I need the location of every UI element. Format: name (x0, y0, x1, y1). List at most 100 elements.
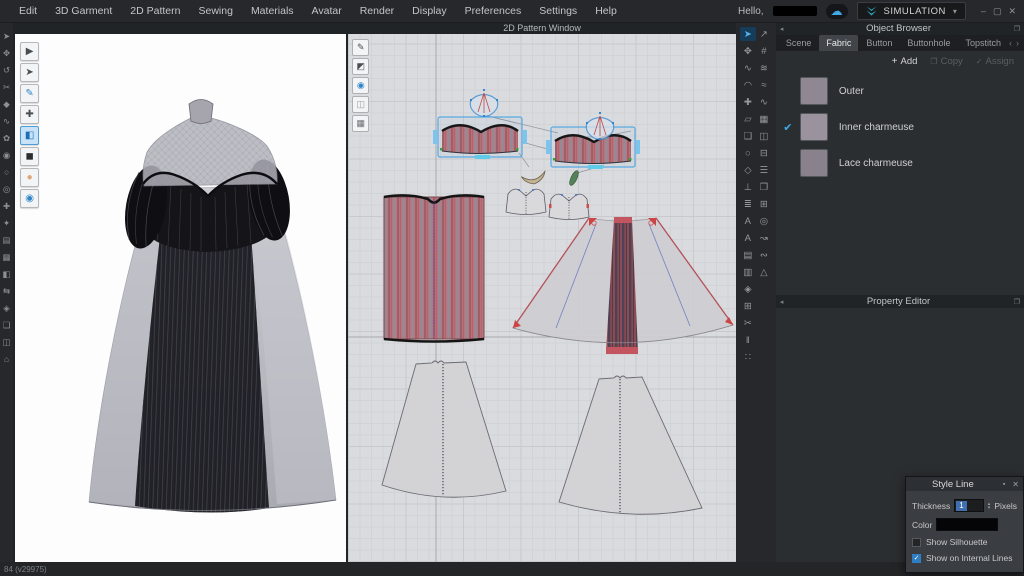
maximize-button[interactable] (993, 7, 1002, 16)
flower-pose-icon[interactable]: ✿ (1, 132, 13, 144)
menu-preferences[interactable]: Preferences (456, 0, 531, 22)
pattern-piece-bodice-front-small[interactable] (506, 189, 546, 215)
fabric-row-lace-charmeuse[interactable]: Lace charmeuse (776, 145, 1024, 181)
panel-icon[interactable]: ◫ (1, 336, 13, 348)
thickness-stepper[interactable] (988, 502, 991, 510)
texture-editor-icon[interactable]: ▦ (352, 115, 369, 132)
tab-topstitch[interactable]: Topstitch (958, 35, 1008, 51)
add-fabric-button[interactable]: Add (892, 56, 918, 67)
menu-settings[interactable]: Settings (530, 0, 586, 22)
cut-sew-icon[interactable]: ✂ (740, 316, 756, 330)
collapse-arrow-icon[interactable] (776, 25, 788, 33)
pattern-piece-skirt-panel-right[interactable] (559, 376, 702, 514)
notch-tool-icon[interactable]: ⊥ (740, 180, 756, 194)
darken-fabric-icon[interactable]: ◼ (20, 147, 39, 166)
fabric-swatch[interactable] (800, 149, 828, 177)
ring-icon[interactable]: ○ (1, 166, 13, 178)
fold-arrangement-icon[interactable]: ◈ (740, 282, 756, 296)
pattern-piece-bodice-back-small[interactable] (549, 194, 589, 220)
transform-pattern-icon[interactable]: ➤ (740, 27, 756, 41)
pin-icon[interactable] (1000, 481, 1008, 488)
sparkle-icon[interactable]: ✦ (1, 217, 13, 229)
annotation-tool-icon[interactable]: A (740, 231, 756, 245)
menu-2d-pattern[interactable]: 2D Pattern (121, 0, 189, 22)
fabric-row-inner-charmeuse[interactable]: Inner charmeuse (776, 109, 1024, 145)
tab-fabric[interactable]: Fabric (819, 35, 858, 51)
tab-scroll-left-icon[interactable] (1009, 38, 1012, 48)
text-tool-icon[interactable]: A (740, 214, 756, 228)
pleat-tool-icon[interactable]: ▥ (740, 265, 756, 279)
edit-curve-point-icon[interactable]: ◠ (740, 78, 756, 92)
menu-sewing[interactable]: Sewing (189, 0, 241, 22)
round-tool-icon[interactable]: ◎ (756, 214, 772, 228)
wave-sew-icon[interactable]: ↝ (756, 231, 772, 245)
close-icon[interactable] (1008, 480, 1023, 489)
snap-grid-icon[interactable]: ⊞ (756, 197, 772, 211)
pattern-piece-sleeve-cap-left[interactable] (470, 89, 498, 117)
pattern-piece-collar[interactable] (521, 171, 546, 185)
menu-render[interactable]: Render (351, 0, 403, 22)
color-swatch[interactable] (936, 518, 998, 531)
fabric-swatch[interactable] (800, 77, 828, 105)
pattern-piece-sleeve-cap-right[interactable] (586, 112, 614, 140)
half-shade-icon[interactable]: ◧ (1, 268, 13, 280)
copy-pattern-icon[interactable]: ❐ (756, 180, 772, 194)
circle-tool-icon[interactable]: ○ (740, 146, 756, 160)
tab-buttonhole[interactable]: Buttonhole (900, 35, 957, 51)
sync-3d-icon[interactable]: ◉ (20, 189, 39, 208)
pattern-2d-canvas[interactable]: ✎◩◉◫▦ (348, 34, 736, 562)
show-silhouette-checkbox[interactable] (912, 538, 921, 547)
style-line-titlebar[interactable]: Style Line (906, 477, 1023, 491)
layers-icon[interactable]: ▤ (1, 234, 13, 246)
rotate-gizmo-icon[interactable]: ↺ (1, 64, 13, 76)
pan-view-icon[interactable]: ↗ (756, 27, 772, 41)
pattern-piece-skirt-front[interactable] (513, 217, 733, 354)
remove-sew-icon[interactable]: ⊟ (756, 146, 772, 160)
tab-scene[interactable]: Scene (779, 35, 819, 51)
grading-icon[interactable]: ▤ (740, 248, 756, 262)
show-silhouette-option[interactable]: Show Silhouette (912, 537, 1017, 547)
transform-pattern-2d-icon[interactable]: ◩ (352, 58, 369, 75)
popout-icon[interactable] (1010, 298, 1024, 306)
tab-scroll-right-icon[interactable] (1016, 38, 1019, 48)
assign-fabric-button[interactable]: Assign (976, 56, 1014, 67)
simulation-dropdown[interactable]: SIMULATION ▾ (857, 2, 966, 20)
measure-2d-icon[interactable]: ∷ (740, 350, 756, 364)
menu-help[interactable]: Help (586, 0, 626, 22)
fold-icon[interactable]: ◈ (1, 302, 13, 314)
dart-tool-icon[interactable]: ◇ (740, 163, 756, 177)
garment-dress[interactable] (15, 34, 346, 562)
thickness-input[interactable]: 1 (954, 499, 984, 512)
select-move-icon[interactable]: ➤ (20, 63, 39, 82)
move-gizmo-icon[interactable]: ✥ (1, 47, 13, 59)
menu-display[interactable]: Display (403, 0, 455, 22)
triangle-tool-icon[interactable]: △ (756, 265, 772, 279)
sync-2d-icon[interactable]: ◉ (352, 77, 369, 94)
trace-tool-icon[interactable]: ⊞ (740, 299, 756, 313)
simulate-icon[interactable]: ▶ (20, 42, 39, 61)
select-mesh-icon[interactable]: ◧ (20, 126, 39, 145)
detail-grid-icon[interactable]: ▦ (756, 112, 772, 126)
seam-allowance-icon[interactable]: ≣ (740, 197, 756, 211)
pin-brush-icon[interactable]: ✎ (20, 84, 39, 103)
segment-sew-icon[interactable]: # (756, 44, 772, 58)
cloud-sync-icon[interactable] (826, 4, 848, 19)
home-icon[interactable]: ⌂ (1, 353, 13, 365)
minimize-button[interactable] (981, 7, 986, 16)
sphere-icon[interactable]: ◉ (1, 149, 13, 161)
pattern-piece-green-strip[interactable] (568, 169, 580, 186)
swap-icon[interactable]: ⇆ (1, 285, 13, 297)
tab-button[interactable]: Button (859, 35, 899, 51)
menu-avatar[interactable]: Avatar (303, 0, 351, 22)
polygon-tool-icon[interactable]: ▱ (740, 112, 756, 126)
target-icon[interactable]: ◎ (1, 183, 13, 195)
menu-materials[interactable]: Materials (242, 0, 303, 22)
fabric-strain-icon[interactable]: ◫ (756, 129, 772, 143)
fabric-row-outer[interactable]: Outer (776, 73, 1024, 109)
pattern-piece-bodice-front-selected[interactable] (433, 117, 527, 159)
pattern-piece-center-panel[interactable] (384, 195, 484, 341)
tape-measure-icon[interactable]: ∿ (1, 115, 13, 127)
show-internal-lines-checkbox[interactable] (912, 554, 921, 563)
free-sew-icon[interactable]: ≋ (756, 61, 772, 75)
menu-3d-garment[interactable]: 3D Garment (46, 0, 121, 22)
